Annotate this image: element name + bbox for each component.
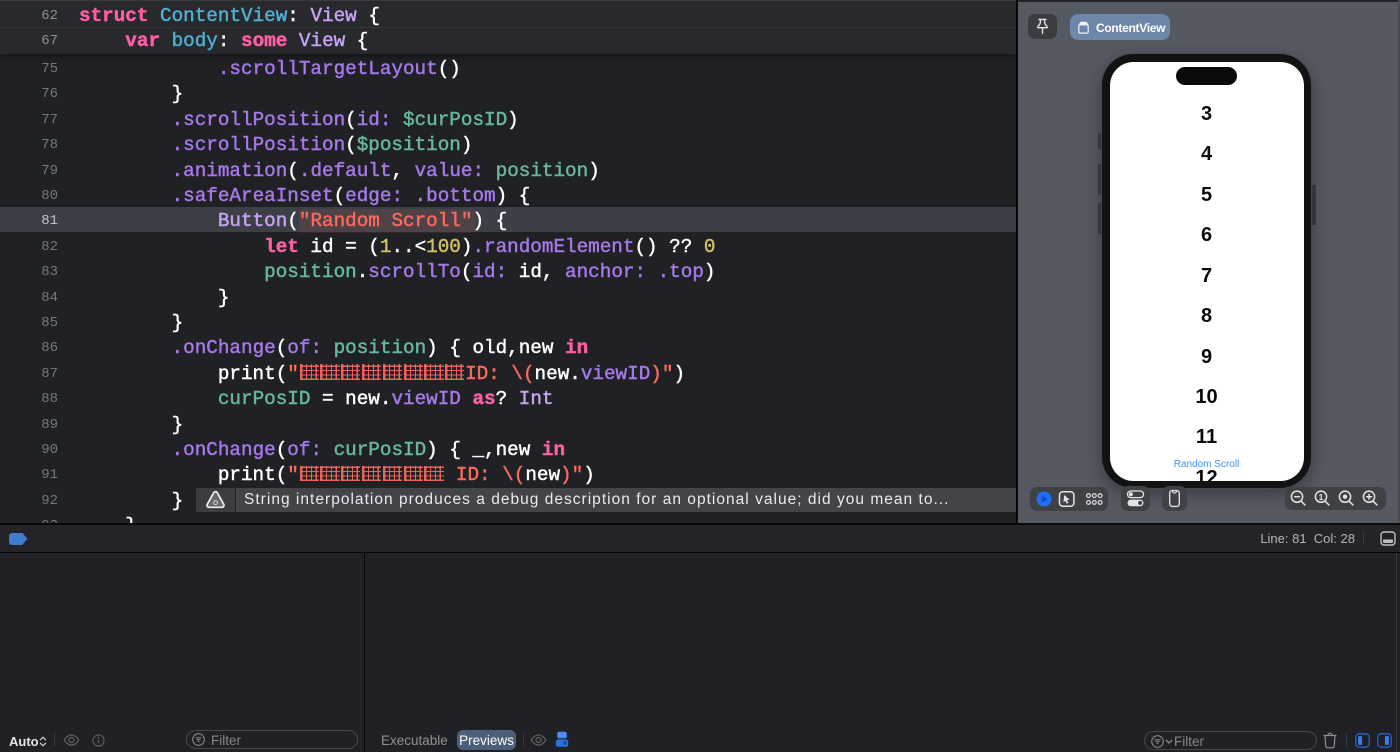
svg-text:1: 1 [1319, 492, 1324, 502]
